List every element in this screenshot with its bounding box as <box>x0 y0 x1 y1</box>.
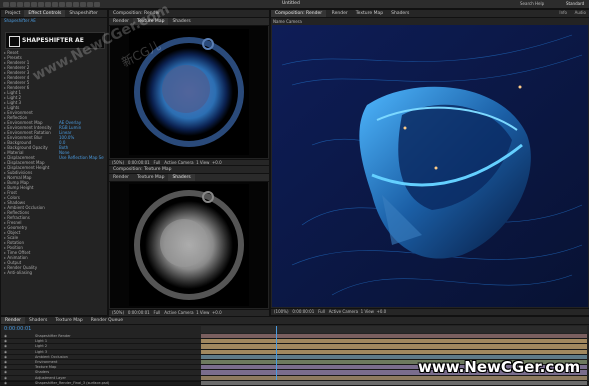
timeline-layer-name: Shapeshifter_Render_Final_3 (surface.psd… <box>35 380 110 385</box>
timeline-layer-name: Light 2 <box>35 344 48 349</box>
timeline-tab-texture-map[interactable]: Texture Map <box>51 317 86 324</box>
visibility-eye-icon[interactable]: ◉ <box>4 360 7 364</box>
camera-select-main[interactable]: Active Camera <box>329 309 358 314</box>
resolution-bottom[interactable]: Full <box>154 310 161 315</box>
visibility-eye-icon[interactable]: ◉ <box>4 344 7 348</box>
viewer-layer-label: Name Camera <box>273 19 302 24</box>
effect-property-row[interactable]: ▸ Anti-aliasing <box>4 270 104 275</box>
selection-tool-icon[interactable] <box>3 2 9 7</box>
view-layout-main[interactable]: 1 View <box>361 309 374 314</box>
viewer-bottom-subtabs: Render Texture Map Shaders <box>109 174 269 182</box>
resolution-main[interactable]: Full <box>318 309 325 314</box>
playhead[interactable] <box>276 326 277 380</box>
timeline-tabs: Render Shaders Texture Map Render Queue <box>1 317 589 325</box>
timeline-layer-name: Environment <box>35 359 58 364</box>
workspace-label[interactable]: Search Help <box>520 1 544 6</box>
viewer-main-tabs: Composition: Render Render Texture Map Sha… <box>271 10 589 18</box>
comp-viewer-main: Composition: Render Render Texture Map Sha… <box>270 9 589 316</box>
effect-properties: ▸ Reset ▸ Presets ▸ Renderer 1 ▸ Renderer 2… <box>4 50 104 275</box>
timeline-layer-name: Light 1 <box>35 339 48 344</box>
current-time-bottom[interactable]: 0:00:00:01 <box>128 310 150 315</box>
timeline-tab-render-queue[interactable]: Render Queue <box>87 317 127 324</box>
timeline-layer-name: Adjustment Layer <box>35 375 66 380</box>
visibility-eye-icon[interactable]: ◉ <box>4 370 7 374</box>
pen-tool-icon[interactable] <box>52 2 58 7</box>
timeline-tab-shaders[interactable]: Shaders <box>25 317 51 324</box>
type-tool-icon[interactable] <box>59 2 65 7</box>
subtab-texture-map-main[interactable]: Texture Map <box>352 10 387 17</box>
camera-select-bottom[interactable]: Active Camera <box>164 310 193 315</box>
layer-title: Shapeshifter AE <box>4 18 36 23</box>
timeline-layer-name: Shaders <box>35 370 50 375</box>
texture-preview-image <box>129 184 249 306</box>
viewer-top-canvas[interactable] <box>110 26 268 158</box>
tab-shapeshifter[interactable]: Shapeshifter <box>65 10 101 17</box>
timeline-tab-render[interactable]: Render <box>1 317 26 324</box>
visibility-eye-icon[interactable]: ◉ <box>4 355 7 359</box>
comp-viewer-texture: Composition: Texture Map Render Texture M… <box>108 165 270 316</box>
visibility-eye-icon[interactable]: ◉ <box>4 339 7 343</box>
view-layout-bottom[interactable]: 1 View <box>196 310 209 315</box>
timeline-layer-list: ◉ Shapeshifter Render ◉ Light 1 ◉ Light 2 ◉ Lig… <box>1 334 201 386</box>
puppet-tool-icon[interactable] <box>94 2 100 7</box>
visibility-eye-icon[interactable]: ◉ <box>4 381 7 385</box>
eraser-tool-icon[interactable] <box>80 2 86 7</box>
viewer-bottom-tabs: Composition: Texture Map <box>109 166 269 174</box>
timeline-layer-row[interactable]: ◉ Shapeshifter_Render_Final_3 (surface.ps… <box>1 381 201 386</box>
pan-behind-tool-icon[interactable] <box>38 2 44 7</box>
bottom-watermark: www.NewCGer.com <box>418 358 581 376</box>
viewer-main-footer: (100%) 0:00:00:01 Full Active Camera 1 V… <box>271 308 589 315</box>
audio-panel-tab[interactable]: Audio <box>575 10 586 15</box>
effect-controls-tabs: Project Effect Controls Shapeshifter <box>1 10 107 18</box>
tab-effect-controls[interactable]: Effect Controls <box>24 10 66 17</box>
window-title: Untitled <box>282 1 300 6</box>
current-time-main[interactable]: 0:00:00:01 <box>292 309 314 314</box>
subtab-render-main[interactable]: Render <box>328 10 352 17</box>
zoom-level-bottom[interactable]: (50%) <box>112 310 124 315</box>
shapeshifter-logo-icon <box>9 36 20 47</box>
timeline-layer-name: Texture Map <box>35 365 57 370</box>
timeline-layer-name: Ambient Occlusion <box>35 354 68 359</box>
viewer-bottom-footer: (50%) 0:00:00:01 Full Active Camera 1 Vi… <box>109 309 269 316</box>
zoom-tool-icon[interactable] <box>17 2 23 7</box>
subtab-shaders-bottom[interactable]: Shaders <box>168 174 195 181</box>
visibility-eye-icon[interactable]: ◉ <box>4 350 7 354</box>
time-ruler[interactable] <box>201 326 587 333</box>
viewer-bottom-canvas[interactable] <box>110 182 268 308</box>
subtab-render-bottom[interactable]: Render <box>109 174 133 181</box>
timeline-timecode[interactable]: 0:00:00:01 <box>4 326 31 332</box>
exposure-bottom[interactable]: +0.0 <box>212 310 222 315</box>
clone-tool-icon[interactable] <box>73 2 79 7</box>
logo-text: SHAPESHIFTER AE <box>22 37 84 44</box>
tab-comp-title-main[interactable]: Composition: Render <box>271 10 327 17</box>
brush-tool-icon[interactable] <box>66 2 72 7</box>
timeline-layer-bar[interactable] <box>201 380 587 386</box>
render-preview-image <box>129 29 249 155</box>
timeline-layer-name: Shapeshifter Render <box>35 334 71 338</box>
subtab-shaders-main[interactable]: Shaders <box>387 10 413 17</box>
tab-comp-title-bottom[interactable]: Composition: Texture Map <box>109 166 175 173</box>
exposure-main[interactable]: +0.0 <box>377 309 387 314</box>
info-panel-tab[interactable]: Info <box>559 10 567 15</box>
render-main-image <box>272 25 588 307</box>
effect-property-label: Anti-aliasing <box>7 270 33 275</box>
workspace-select[interactable]: Standard <box>566 1 584 6</box>
subtab-texture-map-bottom[interactable]: Texture Map <box>133 174 168 181</box>
visibility-eye-icon[interactable]: ◉ <box>4 365 7 369</box>
shape-tool-icon[interactable] <box>45 2 51 7</box>
visibility-eye-icon[interactable]: ◉ <box>4 376 7 380</box>
app-toolbar: Untitled Search Help Standard <box>0 0 589 9</box>
visibility-eye-icon[interactable]: ◉ <box>4 334 7 338</box>
camera-tool-icon[interactable] <box>31 2 37 7</box>
viewer-main-canvas[interactable] <box>272 25 588 307</box>
subtab-shaders[interactable]: Shaders <box>168 18 194 25</box>
hand-tool-icon[interactable] <box>10 2 16 7</box>
zoom-level-main[interactable]: (100%) <box>274 309 289 314</box>
roto-tool-icon[interactable] <box>87 2 93 7</box>
tab-project[interactable]: Project <box>1 10 24 17</box>
rotate-tool-icon[interactable] <box>24 2 30 7</box>
timeline-layer-name: Light 3 <box>35 349 48 354</box>
